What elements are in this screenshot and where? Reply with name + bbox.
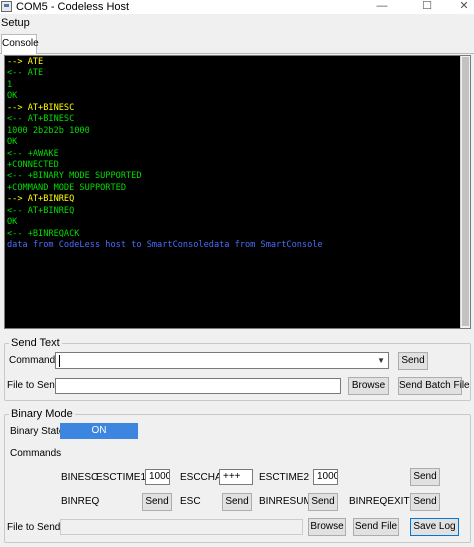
binesc-label: BINESC <box>61 472 99 483</box>
console-scrollbar-thumb[interactable] <box>462 57 469 326</box>
esctime1-label: ESCTIME1 <box>96 472 147 483</box>
console-line: OK <box>7 217 18 228</box>
command-combobox[interactable]: ▼ <box>55 352 389 369</box>
console-line: <-- +BINARY MODE SUPPORTED <box>7 171 142 182</box>
save-log-button[interactable]: Save Log <box>410 518 459 536</box>
console-line: <-- +AWAKE <box>7 148 59 159</box>
title-bar: COM5 - Codeless Host — ☐ ✕ <box>0 0 474 14</box>
close-icon[interactable]: ✕ <box>446 0 474 14</box>
console-output: --> ATE <-- ATE 1 OK --> AT+BINESC <-- AT+BIN… <box>5 56 461 328</box>
browse-button[interactable]: Browse <box>348 377 389 395</box>
binesc-send-button[interactable]: Send <box>410 468 440 486</box>
console-line: <-- AT+BINESC <box>7 114 75 125</box>
binary-file-to-send-input[interactable] <box>60 519 303 535</box>
console-line: --> AT+BINREQ <box>7 194 75 205</box>
esc-send-button[interactable]: Send <box>222 493 252 511</box>
file-to-send-label: File to Send <box>7 380 61 391</box>
send-command-button[interactable]: Send <box>398 352 428 370</box>
binary-mode-group-title: Binary Mode <box>9 408 75 421</box>
binreq-label: BINREQ <box>61 496 100 507</box>
console-line: 1000 2b2b2b 1000 <box>7 125 90 136</box>
esctime1-input[interactable]: 1000 <box>145 469 170 485</box>
tab-strip: Console <box>0 34 474 54</box>
window-title: COM5 - Codeless Host <box>16 1 130 13</box>
console-line: --> AT+BINESC <box>7 102 75 113</box>
text-cursor <box>59 355 60 367</box>
esctime2-label: ESCTIME2 <box>259 472 310 483</box>
binary-state-label: Binary State <box>10 426 65 437</box>
chevron-down-icon[interactable]: ▼ <box>377 355 385 367</box>
send-file-button[interactable]: Send File <box>353 518 399 536</box>
console-panel: --> ATE <-- ATE 1 OK --> AT+BINESC <-- AT+BIN… <box>4 55 471 329</box>
menu-setup[interactable]: Setup <box>0 16 31 30</box>
esctime2-input[interactable]: 1000 <box>313 469 338 485</box>
console-line: <-- +BINREQACK <box>7 228 80 239</box>
console-scrollbar[interactable] <box>460 56 470 328</box>
binreqexit-label: BINREQEXIT <box>349 496 410 507</box>
tab-console[interactable]: Console <box>1 34 39 54</box>
maximize-icon[interactable]: ☐ <box>409 0 445 14</box>
app-icon <box>1 1 12 12</box>
console-line: +COMMAND MODE SUPPORTED <box>7 182 126 193</box>
file-to-send-input[interactable] <box>55 378 341 394</box>
send-text-group-title: Send Text <box>9 337 62 350</box>
escchar-input[interactable]: +++ <box>219 469 253 485</box>
binary-state-toggle[interactable]: ON <box>60 423 138 439</box>
menu-bar: Setup <box>0 15 474 31</box>
esc-label: ESC <box>180 496 201 507</box>
console-line: <-- AT+BINREQ <box>7 205 75 216</box>
console-line: <-- ATE <box>7 68 44 79</box>
binreqexit-send-button[interactable]: Send <box>410 493 440 511</box>
console-line: --> ATE <box>7 57 44 67</box>
console-line: OK <box>7 137 18 148</box>
binary-file-to-send-label: File to Send <box>7 522 61 533</box>
console-line: 1 <box>7 79 13 90</box>
commands-label: Commands <box>10 448 62 459</box>
minimize-icon[interactable]: — <box>364 0 400 14</box>
binreq-send-button[interactable]: Send <box>142 493 172 511</box>
console-line: OK <box>7 91 18 102</box>
console-line: +CONNECTED <box>7 159 59 170</box>
send-batch-file-button[interactable]: Send Batch File <box>398 377 470 395</box>
console-line: data from CodeLess host to SmartConsoled… <box>7 240 323 250</box>
binresume-send-button[interactable]: Send <box>308 493 338 511</box>
command-label: Command <box>9 355 56 366</box>
binary-browse-button[interactable]: Browse <box>308 518 346 536</box>
